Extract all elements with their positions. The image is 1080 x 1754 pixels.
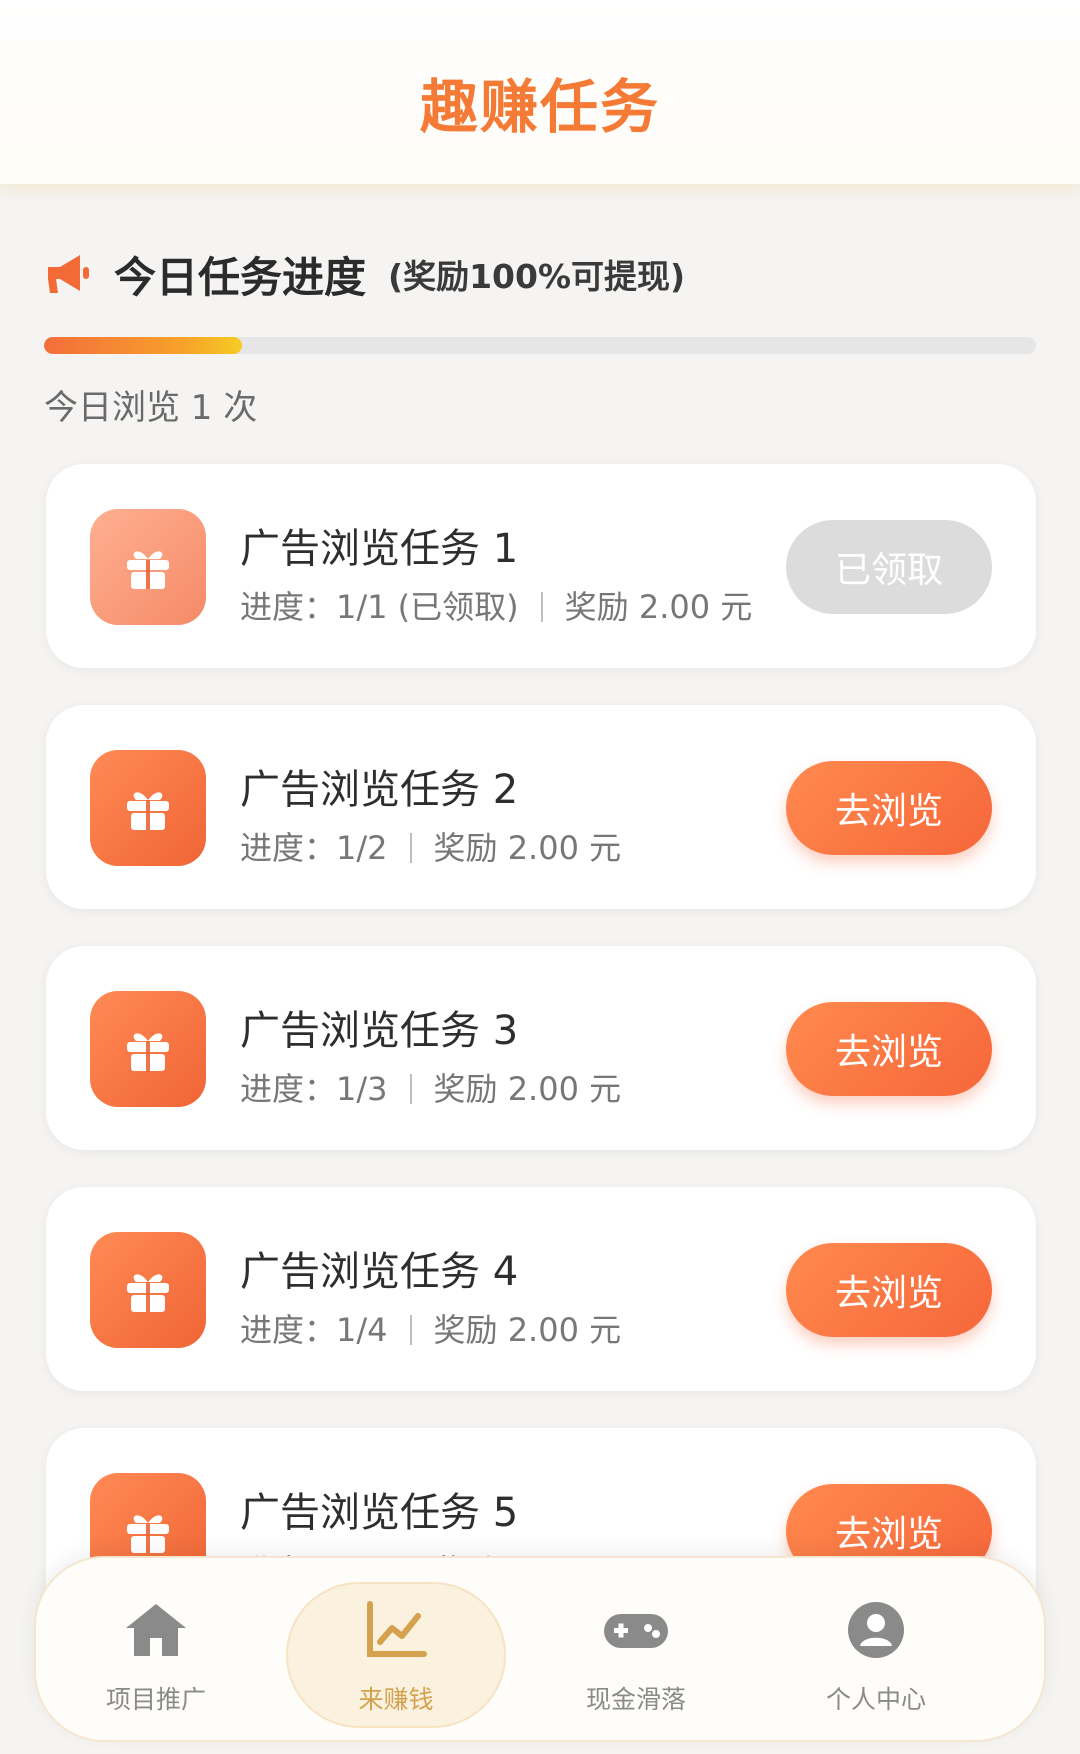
task-title: 广告浏览任务 4	[240, 1249, 519, 1295]
task-card: 广告浏览任务 4 进度：1/4 奖励 2.00 元 去浏览	[46, 1187, 1036, 1391]
page-title: 趣赚任务	[419, 73, 660, 141]
nav-label: 个人中心	[825, 1685, 926, 1714]
browse-button[interactable]: 去浏览	[786, 761, 992, 855]
page: 趣赚任务 今日任务进度 (奖励100%可提现) 今日浏览 1 次 广告浏览任务 …	[0, 0, 1080, 1754]
task-card: 广告浏览任务 1 进度：1/1 (已领取) 奖励 2.00 元已领取	[46, 464, 1036, 668]
progress-bar-fill	[44, 337, 243, 354]
claimed-button[interactable]: 已领取	[786, 520, 992, 614]
task-title: 广告浏览任务 5	[240, 1490, 519, 1536]
megaphone-icon	[48, 255, 89, 293]
user-icon	[842, 1600, 910, 1660]
task-card: 广告浏览任务 2 进度：1/2 奖励 2.00 元 去浏览	[46, 705, 1036, 909]
gift-icon	[90, 991, 206, 1107]
task-meta: 进度：1/1 (已领取) 奖励 2.00 元	[240, 582, 752, 628]
task-reward: 奖励 2.00 元	[433, 1311, 622, 1349]
task-title: 广告浏览任务 3	[240, 1008, 519, 1054]
task-progress: 进度：1/3	[240, 1070, 388, 1108]
task-title: 广告浏览任务 1	[240, 526, 519, 572]
nav-label: 项目推广	[105, 1685, 206, 1714]
header-bar: 趣赚任务	[0, 0, 1080, 184]
progress-bar	[44, 337, 1036, 354]
meta-divider	[540, 592, 543, 622]
task-title: 广告浏览任务 2	[240, 767, 519, 813]
task-meta: 进度：1/3 奖励 2.00 元	[240, 1064, 621, 1110]
gamepad-icon	[602, 1600, 670, 1660]
task-reward: 奖励 2.00 元	[433, 1070, 622, 1108]
task-meta: 进度：1/4 奖励 2.00 元	[240, 1305, 621, 1351]
meta-divider	[409, 833, 412, 863]
meta-divider	[409, 1315, 412, 1345]
task-reward: 奖励 2.00 元	[564, 588, 753, 626]
task-reward: 奖励 2.00 元	[433, 829, 622, 867]
gift-icon	[90, 509, 206, 625]
nav-item[interactable]: 个人中心	[766, 1558, 986, 1744]
nav-item[interactable]: 来赚钱	[286, 1558, 506, 1744]
meta-divider	[409, 1074, 412, 1104]
nav-item[interactable]: 项目推广	[46, 1558, 266, 1744]
home-icon	[122, 1600, 190, 1660]
progress-subtitle: (奖励100%可提现)	[388, 257, 686, 296]
task-list: 广告浏览任务 1 进度：1/1 (已领取) 奖励 2.00 元已领取 广告浏览任务 2…	[46, 464, 1036, 1669]
gift-icon	[90, 1232, 206, 1348]
progress-heading: 今日任务进度 (奖励100%可提现)	[44, 246, 685, 302]
task-progress: 进度：1/1 (已领取)	[240, 588, 519, 626]
today-views-text: 今日浏览 1 次	[44, 388, 258, 428]
chart-icon	[362, 1600, 430, 1660]
task-progress: 进度：1/2	[240, 829, 388, 867]
browse-button[interactable]: 去浏览	[786, 1243, 992, 1337]
nav-item[interactable]: 现金滑落	[526, 1558, 746, 1744]
task-meta: 进度：1/2 奖励 2.00 元	[240, 823, 621, 869]
task-card: 广告浏览任务 3 进度：1/3 奖励 2.00 元 去浏览	[46, 946, 1036, 1150]
progress-title: 今日任务进度	[114, 252, 367, 302]
bottom-nav: 项目推广 来赚钱 现金滑落 个人中心	[34, 1556, 1046, 1742]
browse-button[interactable]: 去浏览	[786, 1002, 992, 1096]
gift-icon	[90, 750, 206, 866]
task-progress: 进度：1/4	[240, 1311, 388, 1349]
nav-label: 来赚钱	[358, 1685, 434, 1714]
nav-label: 现金滑落	[585, 1685, 686, 1714]
